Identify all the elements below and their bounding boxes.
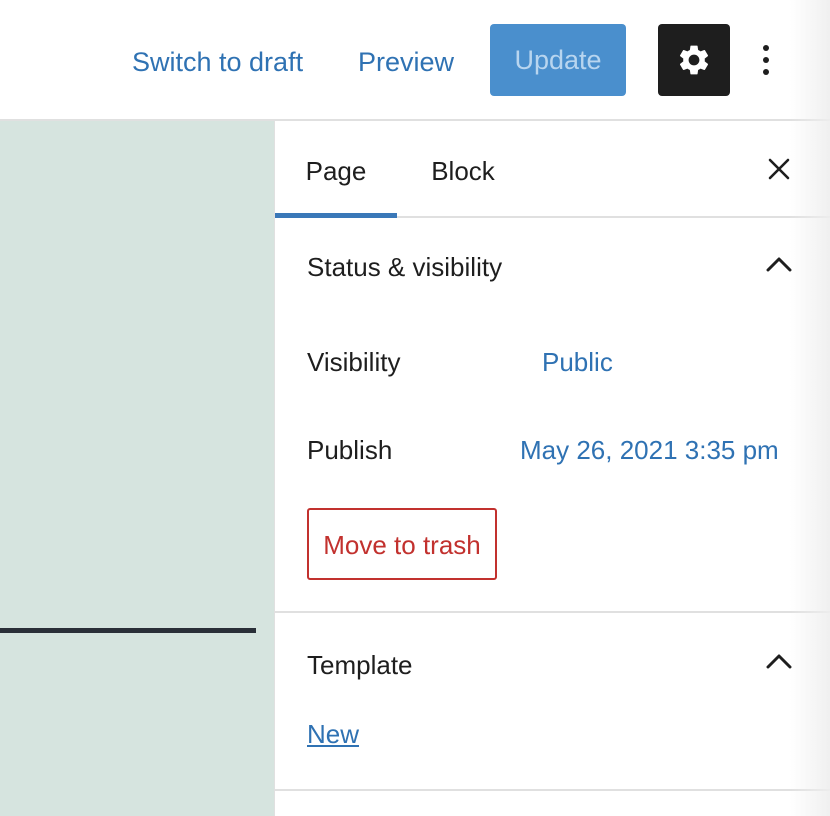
visibility-label: Visibility: [307, 347, 401, 377]
visibility-value-link[interactable]: Public: [542, 347, 613, 378]
editor-window: Switch to draft Preview Update Page Bloc…: [0, 0, 830, 816]
status-visibility-panel: Status & visibility Visibility Public Pu…: [275, 218, 830, 613]
switch-to-draft-button[interactable]: Switch to draft: [132, 40, 303, 84]
settings-button[interactable]: [658, 24, 730, 96]
collapse-template-button[interactable]: [763, 645, 795, 677]
separator-block[interactable]: [0, 628, 256, 633]
new-template-link[interactable]: New: [307, 719, 359, 750]
chevron-up-icon: [766, 653, 792, 669]
tab-block[interactable]: Block: [397, 121, 529, 218]
settings-sidebar: Page Block Status & visibility Visibilit…: [274, 121, 830, 816]
publish-label: Publish: [307, 435, 393, 465]
update-button[interactable]: Update: [490, 24, 626, 96]
more-vertical-icon: [762, 44, 770, 76]
collapse-status-button[interactable]: [763, 248, 795, 280]
template-panel: Template New: [275, 613, 830, 791]
close-sidebar-button[interactable]: [761, 151, 797, 187]
editor-toolbar: Switch to draft Preview Update: [0, 0, 830, 121]
close-icon: [767, 157, 791, 181]
more-options-button[interactable]: [748, 38, 784, 82]
chevron-up-icon: [766, 256, 792, 272]
move-to-trash-button[interactable]: Move to trash: [307, 508, 497, 580]
status-visibility-title[interactable]: Status & visibility: [307, 252, 502, 283]
tab-page[interactable]: Page: [275, 121, 397, 218]
template-title[interactable]: Template: [307, 650, 413, 681]
publish-date-link[interactable]: May 26, 2021 3:35 pm: [520, 435, 779, 466]
preview-button[interactable]: Preview: [358, 40, 454, 84]
editor-canvas[interactable]: [0, 121, 274, 816]
gear-icon: [676, 42, 712, 78]
sidebar-tabs: Page Block: [275, 121, 830, 218]
